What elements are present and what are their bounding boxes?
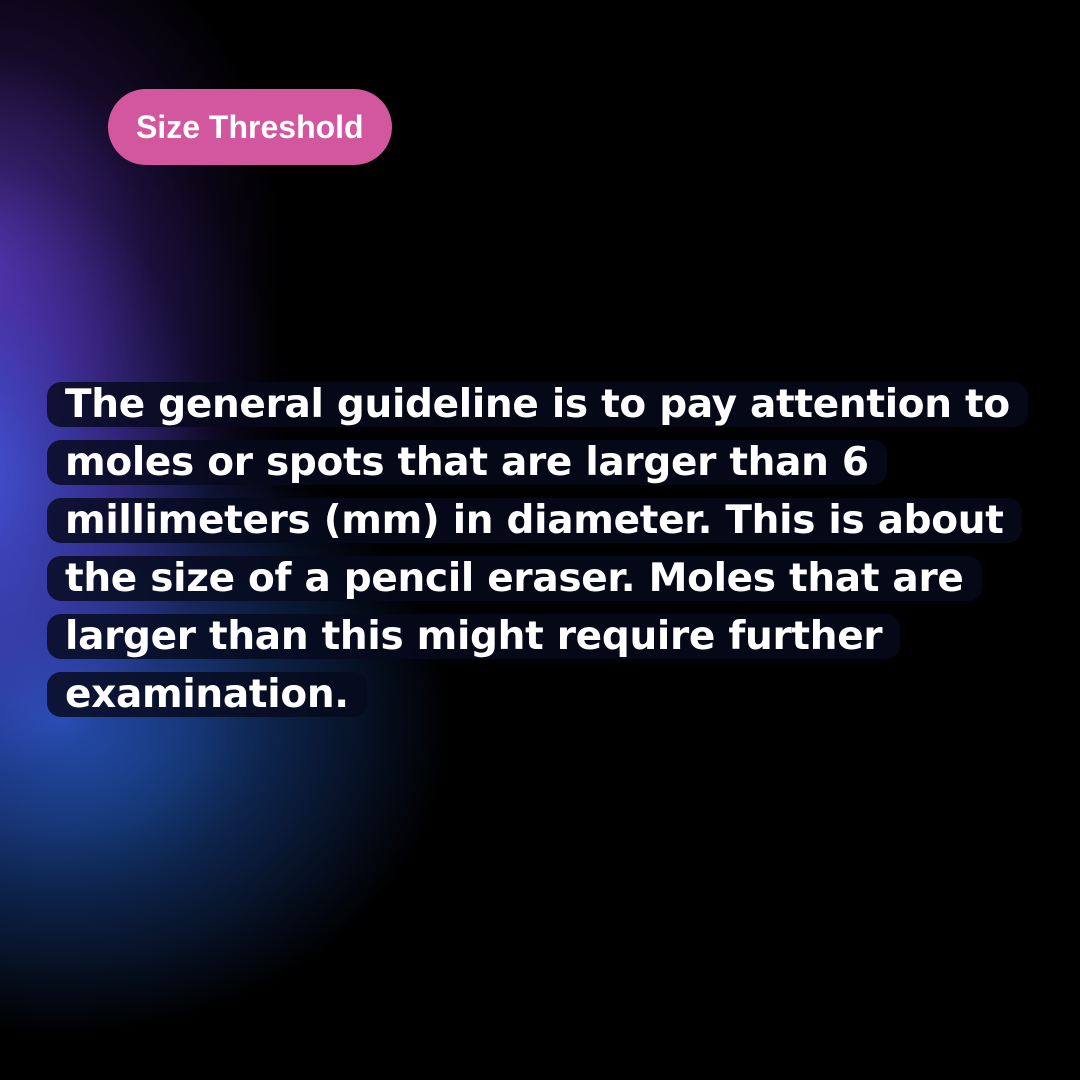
body-paragraph: The general guideline is to pay attentio… <box>47 376 1047 724</box>
topic-tag: Size Threshold <box>108 89 392 165</box>
body-text: The general guideline is to pay attentio… <box>47 382 1028 717</box>
topic-tag-label: Size Threshold <box>136 108 364 145</box>
slide-canvas: Size Threshold The general guideline is … <box>0 0 1080 1080</box>
